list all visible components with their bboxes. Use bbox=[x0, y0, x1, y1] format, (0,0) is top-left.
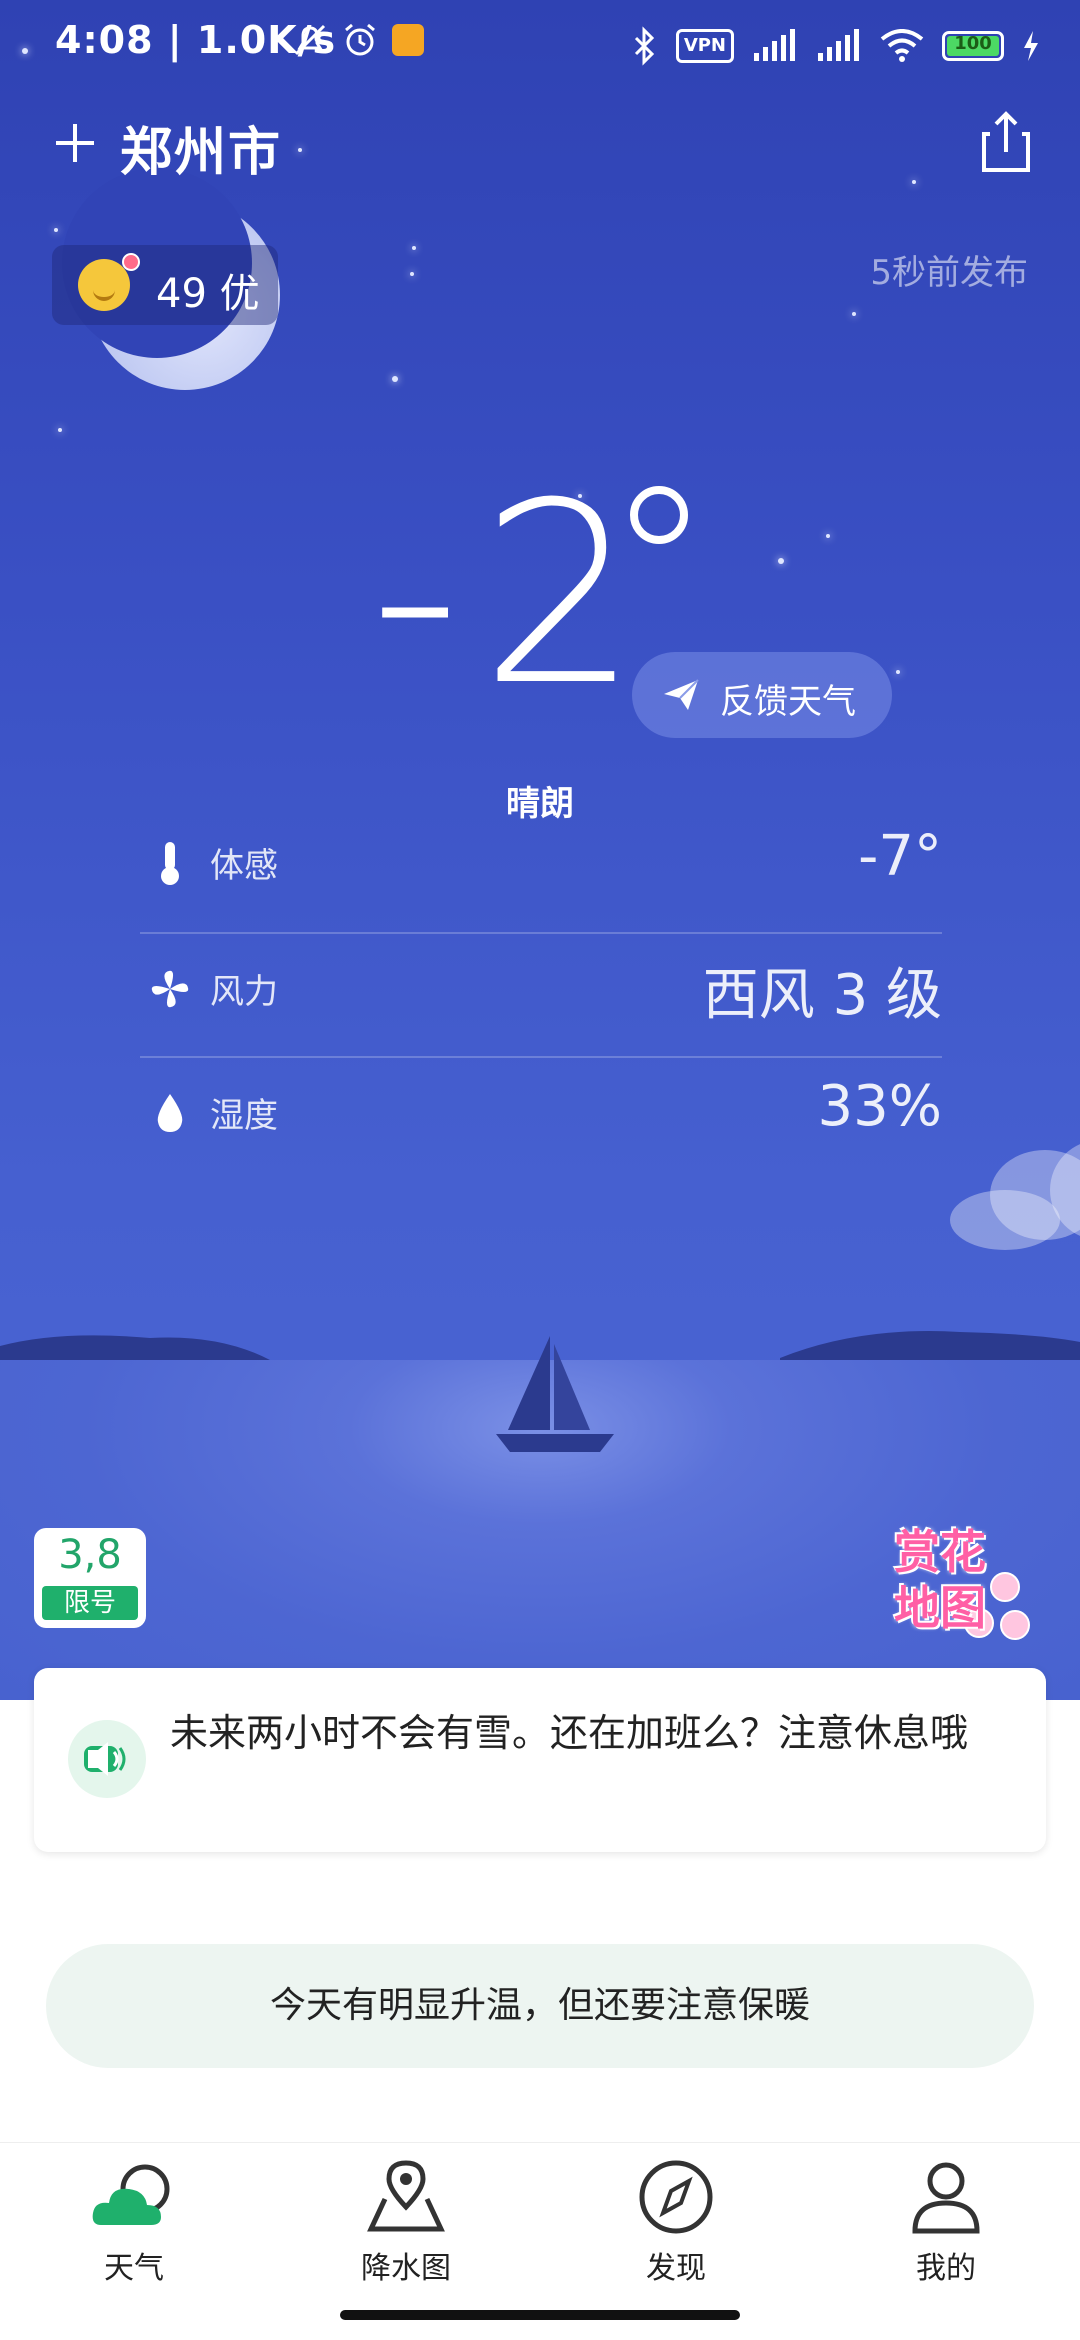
vpn-badge: VPN bbox=[675, 29, 734, 63]
publish-time: 5秒前发布 bbox=[870, 253, 1028, 293]
humidity-value: 33% bbox=[817, 1074, 942, 1139]
status-bar: 4:08 | 1.0K/s VPN 100 bbox=[0, 0, 1080, 90]
weather-app-screen: 4:08 | 1.0K/s VPN 100 郑州市 49 优 5秒前发布 -2 … bbox=[0, 0, 1080, 2340]
daily-tip[interactable]: 今天有明显升温，但还要注意保暖 bbox=[46, 1944, 1034, 2068]
map-pin-icon bbox=[367, 2160, 445, 2232]
weather-cloud-icon bbox=[92, 2164, 170, 2225]
add-city-button[interactable] bbox=[50, 118, 100, 168]
star bbox=[826, 534, 830, 538]
wind-fan-icon bbox=[151, 970, 189, 1008]
bluetooth-icon bbox=[634, 26, 654, 66]
air-quality-label: 49 优 bbox=[156, 271, 260, 317]
current-temperature: -2 bbox=[370, 449, 660, 740]
star bbox=[392, 376, 398, 382]
mute-bell-icon bbox=[294, 24, 326, 56]
signal-hd-icon bbox=[754, 29, 795, 61]
cloud-decoration bbox=[950, 1140, 1080, 1250]
signal-icon bbox=[818, 29, 859, 61]
star bbox=[54, 228, 58, 232]
sailboat-icon bbox=[496, 1336, 614, 1452]
tab-me[interactable]: 我的 bbox=[846, 2159, 1046, 2289]
compass-icon bbox=[639, 2160, 713, 2234]
charging-icon bbox=[1024, 31, 1038, 61]
wind-value: 西风 3 级 bbox=[702, 963, 942, 1028]
battery-icon: 100 bbox=[942, 31, 1004, 61]
air-quality-chip[interactable]: 49 优 bbox=[52, 245, 278, 325]
wind-row: 风力 西风 3 级 bbox=[140, 926, 942, 1050]
star bbox=[58, 428, 62, 432]
app-notification-icon bbox=[392, 24, 424, 56]
feels-like-value: -7° bbox=[858, 824, 942, 889]
home-indicator[interactable] bbox=[340, 2310, 740, 2320]
speaker-icon bbox=[84, 1742, 126, 1776]
thermometer-icon bbox=[161, 842, 179, 885]
star bbox=[778, 558, 784, 564]
city-name[interactable]: 郑州市 bbox=[120, 110, 282, 185]
status-time: 4:08 bbox=[55, 18, 154, 62]
smile-face-icon bbox=[78, 259, 130, 311]
alarm-icon bbox=[345, 23, 375, 56]
tab-weather[interactable]: 天气 bbox=[34, 2159, 234, 2289]
star bbox=[852, 312, 856, 316]
tab-discover[interactable]: 发现 bbox=[576, 2159, 776, 2289]
user-profile-icon bbox=[912, 2162, 980, 2234]
degree-symbol bbox=[630, 486, 688, 544]
star bbox=[896, 670, 900, 674]
battery-level: 100 bbox=[954, 33, 992, 54]
wifi-icon bbox=[880, 29, 924, 62]
share-button[interactable] bbox=[976, 110, 1036, 176]
water-drop-icon bbox=[157, 1094, 183, 1132]
limit-numbers: 3,8 bbox=[58, 1532, 122, 1578]
traffic-limit-badge[interactable]: 3,8 限号 bbox=[34, 1528, 146, 1628]
top-bar: 郑州市 bbox=[0, 100, 1080, 190]
precipitation-notice-card[interactable]: 未来两小时不会有雪。还在加班么？注意休息哦 bbox=[34, 1668, 1046, 1852]
humidity-row: 湿度 33% bbox=[140, 1050, 942, 1174]
feedback-weather-button[interactable]: 反馈天气 bbox=[632, 652, 892, 738]
paper-plane-icon bbox=[664, 679, 699, 710]
notice-text: 未来两小时不会有雪。还在加班么？注意休息哦 bbox=[170, 1711, 969, 1755]
feels-like-row: 体感 -7° bbox=[140, 800, 942, 924]
limit-tag: 限号 bbox=[42, 1586, 138, 1620]
flower-map-button[interactable]: 赏花 地图 bbox=[880, 1512, 1030, 1648]
tab-precipitation-map[interactable]: 降水图 bbox=[306, 2159, 506, 2289]
star bbox=[410, 272, 414, 276]
star bbox=[412, 246, 416, 250]
